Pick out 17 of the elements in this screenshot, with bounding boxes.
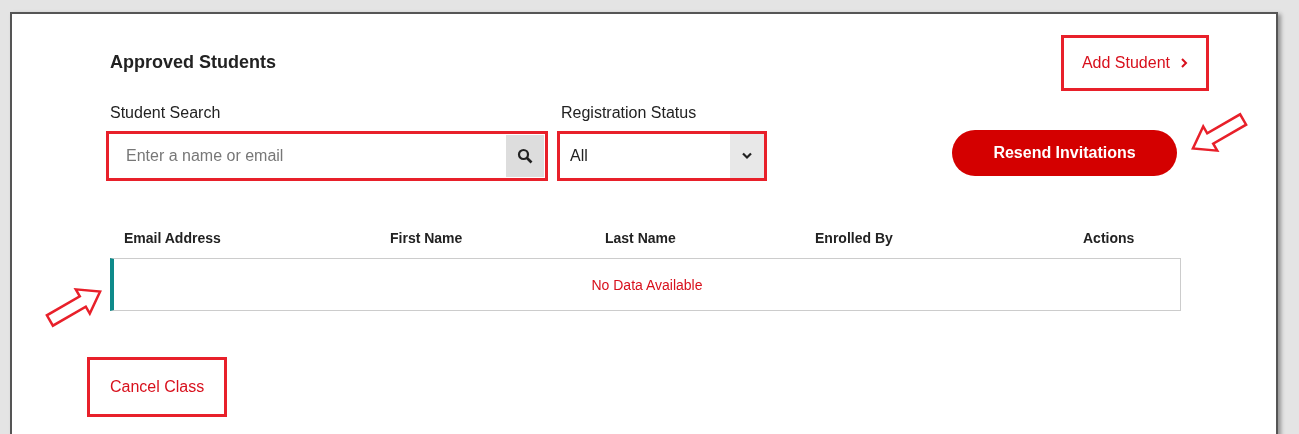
column-header: Actions [1083,230,1136,246]
column-header: First Name [390,230,464,246]
column-header: Last Name [605,230,677,246]
section-title: Approved Students [110,52,276,73]
empty-table-message: No Data Available [110,258,1181,311]
field-label: Registration Status [561,104,698,122]
column-header: Enrolled By [815,230,894,246]
cancel-class-link[interactable]: Cancel Class [90,360,225,414]
field-label: Student Search [110,104,222,122]
search-icon [517,148,533,164]
caret-icon [741,152,753,160]
status-dropdown[interactable]: All [560,134,764,178]
resend-invitations-button[interactable]: Resend Invitations [952,130,1177,176]
add-student-link[interactable]: Add Student [1063,38,1206,88]
column-header: Email Address [124,230,222,246]
chevron-icon [1180,58,1188,68]
search-button[interactable] [506,135,544,177]
